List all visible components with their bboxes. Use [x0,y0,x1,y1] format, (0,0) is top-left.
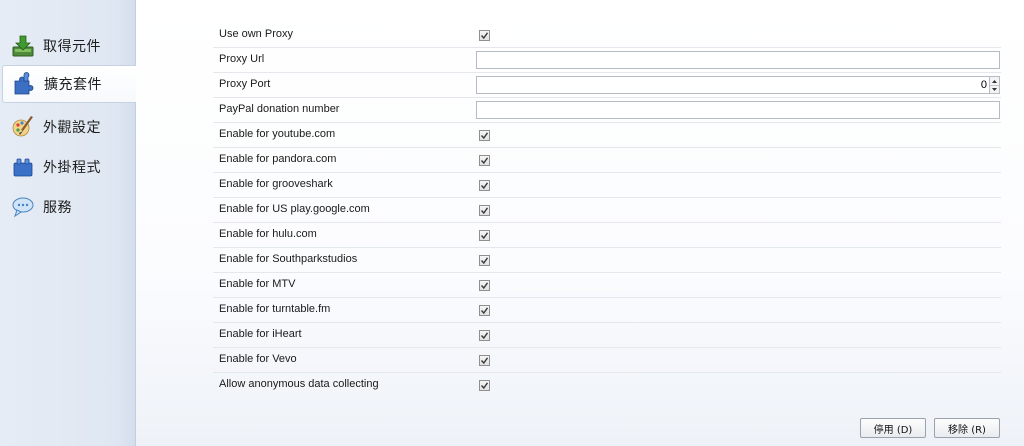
youtube-checkbox[interactable] [479,130,490,141]
sidebar-item-appearance[interactable]: 外觀設定 [2,108,134,146]
checkmark-icon [480,32,489,40]
setting-row-turntable: Enable for turntable.fm [213,298,1001,323]
setting-label: Enable for hulu.com [219,228,317,240]
sidebar: 取得元件 擴充套件 外觀設定 外掛程式 服務 [0,0,136,446]
proxy-port-input[interactable]: 0 [476,76,989,94]
setting-label: Enable for grooveshark [219,178,333,190]
pandora-checkbox[interactable] [479,155,490,166]
arrow-down-icon [992,87,997,91]
checkmark-icon [480,332,489,340]
setting-label: Proxy Url [219,53,265,65]
setting-label: Proxy Port [219,78,271,90]
turntable-checkbox[interactable] [479,305,490,316]
sidebar-item-label: 外掛程式 [43,160,101,176]
download-icon [10,33,36,59]
setting-row-proxy-url: Proxy Url [213,48,1001,73]
setting-row-southpark: Enable for Southparkstudios [213,248,1001,273]
setting-row-paypal: PayPal donation number [213,98,1001,123]
setting-row-pandora: Enable for pandora.com [213,148,1001,173]
proxy-url-input[interactable] [476,51,1000,69]
sidebar-item-label: 外觀設定 [43,120,101,136]
arrow-up-icon [992,79,997,83]
setting-label: Enable for Vevo [219,353,297,365]
setting-label: Enable for Southparkstudios [219,253,358,265]
setting-row-vevo: Enable for Vevo [213,348,1001,373]
setting-row-hulu: Enable for hulu.com [213,223,1001,248]
setting-label: Enable for MTV [219,278,296,290]
use-own-proxy-checkbox[interactable] [479,30,490,41]
checkmark-icon [480,182,489,190]
setting-row-youtube: Enable for youtube.com [213,123,1001,148]
iheart-checkbox[interactable] [479,330,490,341]
sidebar-item-label: 擴充套件 [44,77,102,93]
checkmark-icon [480,307,489,315]
checkmark-icon [480,232,489,240]
plugin-block-icon [10,154,36,180]
paypal-donation-input[interactable] [476,101,1000,119]
checkmark-icon [480,132,489,140]
proxy-port-spinner [989,76,1000,94]
sidebar-item-services[interactable]: 服務 [2,188,134,226]
checkmark-icon [480,282,489,290]
vevo-checkbox[interactable] [479,355,490,366]
setting-label: Enable for youtube.com [219,128,336,140]
setting-row-use-own-proxy: Use own Proxy [213,23,1001,48]
anonymous-data-checkbox[interactable] [479,380,490,391]
setting-row-iheart: Enable for iHeart [213,323,1001,348]
googleplay-checkbox[interactable] [479,205,490,216]
setting-label: Use own Proxy [219,28,293,40]
setting-label: Enable for US play.google.com [219,203,370,215]
grooveshark-checkbox[interactable] [479,180,490,191]
checkmark-icon [480,207,489,215]
checkmark-icon [480,357,489,365]
sidebar-item-label: 取得元件 [43,39,101,55]
setting-row-googleplay: Enable for US play.google.com [213,198,1001,223]
setting-label: Enable for turntable.fm [219,303,331,315]
setting-label: PayPal donation number [219,103,340,115]
spin-down-button[interactable] [990,85,999,93]
setting-row-anonymous: Allow anonymous data collecting [213,373,1001,398]
paintbrush-icon [10,114,36,140]
southpark-checkbox[interactable] [479,255,490,266]
sidebar-item-extensions[interactable]: 擴充套件 [2,65,136,103]
settings-list: Use own Proxy Proxy Url Proxy Port 0 Pay… [213,23,1001,398]
remove-button[interactable]: 移除 (R) [934,418,1000,438]
sidebar-item-get-addons[interactable]: 取得元件 [2,27,134,65]
checkmark-icon [480,257,489,265]
setting-label: Enable for iHeart [219,328,302,340]
setting-row-mtv: Enable for MTV [213,273,1001,298]
setting-label: Enable for pandora.com [219,153,337,165]
checkmark-icon [480,157,489,165]
sidebar-item-label: 服務 [43,200,72,216]
puzzle-icon [11,71,37,97]
setting-label: Allow anonymous data collecting [219,378,379,390]
chat-bubble-icon [10,194,36,220]
mtv-checkbox[interactable] [479,280,490,291]
setting-row-proxy-port: Proxy Port 0 [213,73,1001,98]
hulu-checkbox[interactable] [479,230,490,241]
disable-button[interactable]: 停用 (D) [860,418,926,438]
checkmark-icon [480,382,489,390]
sidebar-item-plugins[interactable]: 外掛程式 [2,148,134,186]
setting-row-grooveshark: Enable for grooveshark [213,173,1001,198]
